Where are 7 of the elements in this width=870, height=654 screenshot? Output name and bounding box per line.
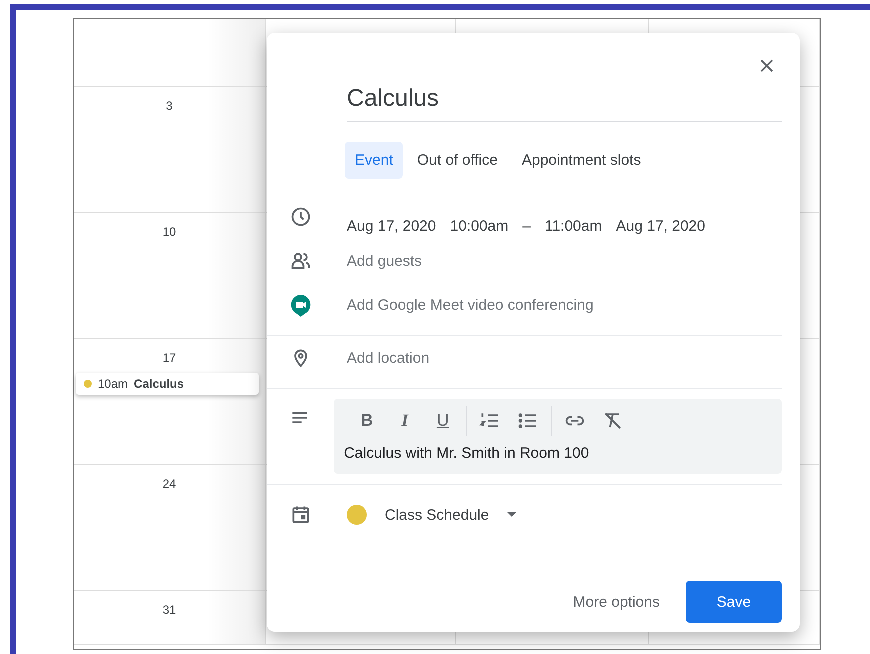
date-number: 17	[162, 351, 176, 365]
description-text: Calculus with Mr. Smith in Room 100	[344, 445, 590, 462]
date-number: 3	[166, 99, 173, 113]
date-number: 31	[162, 603, 176, 617]
date-number: 10	[162, 225, 176, 239]
date-number: 24	[162, 477, 176, 491]
time-separator: –	[522, 218, 531, 234]
